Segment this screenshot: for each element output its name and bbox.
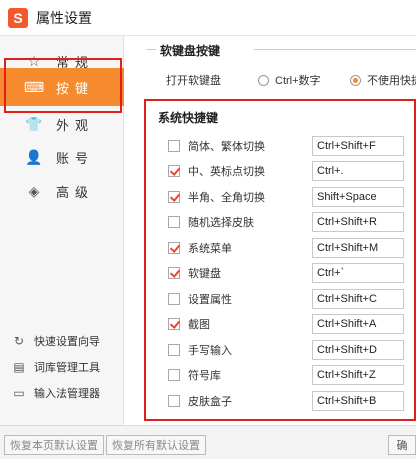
- radio-circle: [350, 74, 361, 86]
- sidebar-item-account[interactable]: 👤 账号: [0, 138, 124, 176]
- shirt-icon: 👕: [25, 115, 43, 132]
- hotkey-label: 随机选择皮肤: [188, 217, 254, 229]
- hotkey-label: 系统菜单: [188, 243, 232, 255]
- user-icon: 👤: [25, 148, 43, 165]
- tool-label: 词库管理工具: [34, 362, 100, 374]
- star-icon: ☆: [27, 52, 41, 69]
- hotkey-checkbox[interactable]: [168, 165, 180, 177]
- hotkey-input-punctuation[interactable]: [312, 161, 404, 181]
- sidebar-item-label: 外观: [56, 117, 95, 133]
- hotkey-row-width: 半角、全角切换: [168, 186, 308, 208]
- sidebar-item-label: 高级: [56, 184, 95, 200]
- section-divider: [254, 49, 416, 50]
- hotkey-checkbox[interactable]: [168, 216, 180, 228]
- hotkey-label: 皮肤盒子: [188, 396, 232, 408]
- sidebar-item-advanced[interactable]: ◈ 高级: [0, 172, 124, 210]
- hotkey-input-random-skin[interactable]: [312, 212, 404, 232]
- hotkey-label: 半角、全角切换: [188, 192, 265, 204]
- sidebar-item-keys[interactable]: ⌨ 按键: [0, 68, 124, 106]
- hotkey-label: 设置属性: [188, 294, 232, 306]
- hotkey-input-system-menu[interactable]: [312, 238, 404, 258]
- sidebar-item-label: 账号: [56, 150, 95, 166]
- hotkey-label: 简体、繁体切换: [188, 141, 265, 153]
- hotkey-label: 中、英标点切换: [188, 166, 265, 178]
- dictionary-manager-link[interactable]: ▤ 词库管理工具: [12, 359, 100, 375]
- hotkey-checkbox[interactable]: [168, 318, 180, 330]
- hotkey-checkbox[interactable]: [168, 140, 180, 152]
- confirm-button[interactable]: 确: [388, 435, 416, 455]
- hotkey-row-screenshot: 截图: [168, 313, 308, 335]
- hotkey-row-settings: 设置属性: [168, 288, 308, 310]
- window-title: 属性设置: [36, 9, 92, 26]
- quick-setup-wizard-link[interactable]: ↻ 快速设置向导: [12, 333, 100, 349]
- radio-circle: [258, 74, 269, 86]
- refresh-icon: ↻: [13, 334, 25, 348]
- hotkey-input-soft-keyboard[interactable]: [312, 263, 404, 283]
- hotkey-label: 手写输入: [188, 345, 232, 357]
- hotkey-row-soft-keyboard: 软键盘: [168, 262, 308, 284]
- hotkey-checkbox[interactable]: [168, 344, 180, 356]
- soft-keyboard-section-title: 软键盘按键: [160, 44, 221, 58]
- hotkey-input-symbols[interactable]: [312, 365, 404, 385]
- hotkey-label: 符号库: [188, 370, 221, 382]
- restore-all-defaults-button[interactable]: 恢复所有默认设置: [106, 435, 206, 455]
- dictionary-icon: ▤: [13, 360, 25, 374]
- hotkey-checkbox[interactable]: [168, 369, 180, 381]
- bottom-bar: 恢复本页默认设置 恢复所有默认设置 确: [0, 425, 416, 459]
- hotkey-input-screenshot[interactable]: [312, 314, 404, 334]
- radio-label: 不使用快捷: [367, 75, 416, 87]
- hotkey-label: 截图: [188, 319, 210, 331]
- input-method-manager-link[interactable]: ▭ 输入法管理器: [12, 385, 100, 401]
- hotkey-row-system-menu: 系统菜单: [168, 237, 308, 259]
- hotkey-input-handwriting[interactable]: [312, 340, 404, 360]
- hotkey-row-handwriting: 手写输入: [168, 339, 308, 361]
- hotkey-input-simp-trad[interactable]: [312, 136, 404, 156]
- hotkey-checkbox[interactable]: [168, 267, 180, 279]
- tool-label: 快速设置向导: [34, 336, 100, 348]
- hotkey-input-skin-box[interactable]: [312, 391, 404, 411]
- hotkey-label: 软键盘: [188, 268, 221, 280]
- section-divider: [146, 49, 156, 50]
- system-hotkeys-section-title: 系统快捷键: [158, 111, 219, 125]
- layers-icon: ◈: [28, 182, 40, 199]
- radio-label: Ctrl+数字: [275, 75, 321, 87]
- hotkey-input-width[interactable]: [312, 187, 404, 207]
- restore-page-defaults-button[interactable]: 恢复本页默认设置: [4, 435, 104, 455]
- hotkey-row-skin-box: 皮肤盒子: [168, 390, 308, 412]
- hotkey-checkbox[interactable]: [168, 395, 180, 407]
- hotkey-row-random-skin: 随机选择皮肤: [168, 211, 308, 233]
- sidebar-item-label: 按键: [56, 80, 95, 96]
- tool-label: 输入法管理器: [34, 388, 100, 400]
- hotkey-checkbox[interactable]: [168, 242, 180, 254]
- hotkey-checkbox[interactable]: [168, 293, 180, 305]
- hotkey-row-symbols: 符号库: [168, 364, 308, 386]
- title-bar: S 属性设置: [0, 0, 416, 36]
- hotkey-row-simp-trad: 简体、繁体切换: [168, 135, 308, 157]
- radio-ctrl-number[interactable]: Ctrl+数字: [258, 72, 321, 88]
- radio-no-shortcut[interactable]: 不使用快捷: [350, 72, 416, 88]
- monitor-icon: ▭: [13, 386, 25, 400]
- hotkey-row-punctuation: 中、英标点切换: [168, 160, 308, 182]
- hotkey-input-settings[interactable]: [312, 289, 404, 309]
- keyboard-icon: ⌨: [23, 78, 45, 95]
- open-soft-keyboard-label: 打开软键盘: [166, 75, 221, 87]
- sogou-logo-icon: S: [8, 7, 28, 28]
- hotkey-checkbox[interactable]: [168, 191, 180, 203]
